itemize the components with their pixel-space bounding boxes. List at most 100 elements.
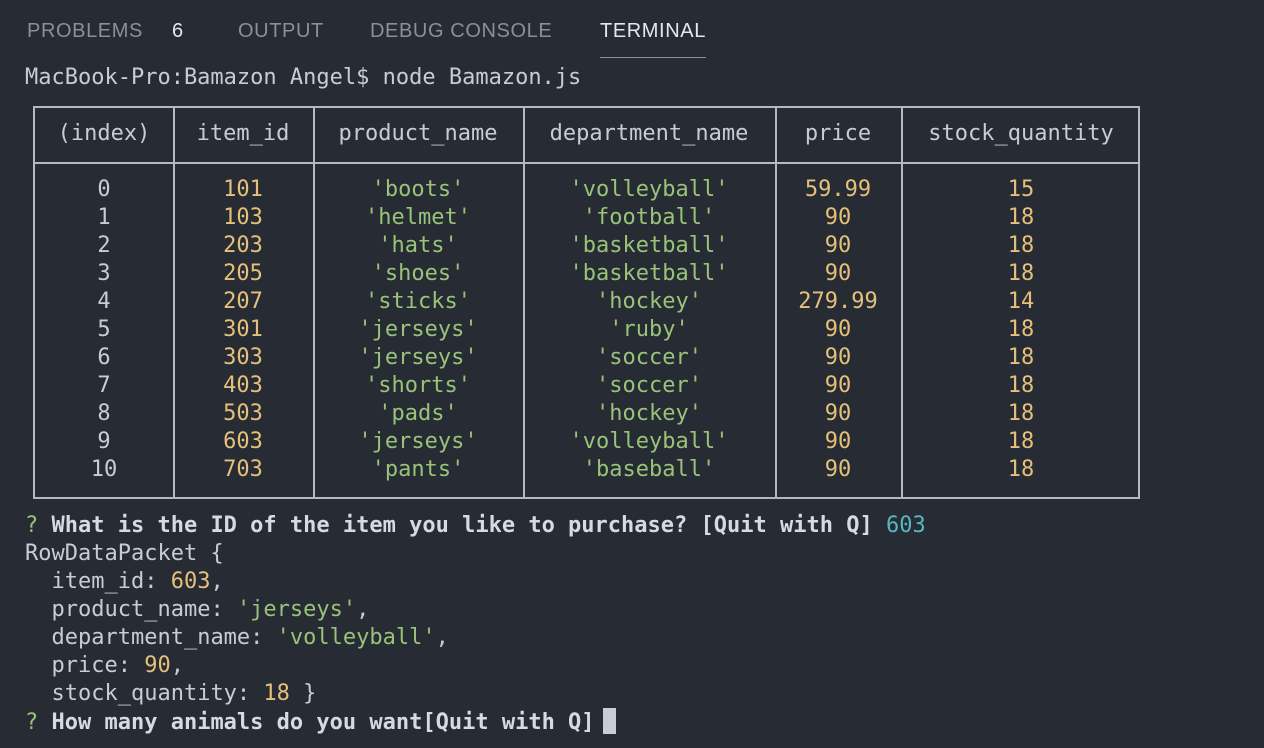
packet-value: 90 <box>144 653 171 678</box>
table-cell: 'soccer' <box>596 345 702 370</box>
table-cell: 503 <box>223 401 263 426</box>
packet-value: 603 <box>170 569 211 594</box>
packet-key: stock_quantity: <box>51 681 264 706</box>
table-cell: 18 <box>1007 261 1035 286</box>
packet-open: RowDataPacket { <box>25 541 224 566</box>
table-cell: 103 <box>223 205 263 230</box>
table-cell: 'basketball' <box>569 233 729 258</box>
prompt-text: What is the ID of the item you like to p… <box>51 513 873 538</box>
table-cell: 18 <box>1007 233 1035 258</box>
table-cell: 18 <box>1007 429 1035 454</box>
packet-value: 'volleyball' <box>276 625 436 650</box>
table-cell: 5 <box>97 317 111 342</box>
table-cell: 6 <box>97 345 111 370</box>
packet-product-name: product_name: 'jerseys', <box>25 596 370 624</box>
table-header-cell: department_name <box>549 121 749 146</box>
table-cell: 9 <box>97 429 111 454</box>
table-cell: 'jerseys' <box>358 345 478 370</box>
table-cell: 18 <box>1007 401 1035 426</box>
packet-item-id: item_id: 603, <box>25 568 224 596</box>
table-cell: 90 <box>824 205 852 230</box>
packet-comma: , <box>170 653 184 678</box>
table-cell: 'boots' <box>371 177 465 202</box>
table-cell: 301 <box>223 317 263 342</box>
packet-department-name: department_name: 'volleyball', <box>25 624 449 652</box>
table-cell: 279.99 <box>798 289 878 314</box>
table-header-cell: item_id <box>196 121 290 146</box>
packet-key: department_name: <box>51 625 277 650</box>
tab-debug-console[interactable]: DEBUG CONSOLE <box>370 17 552 49</box>
packet-key: price: <box>51 653 145 678</box>
table-cell: 18 <box>1007 345 1035 370</box>
table-cell: 'baseball' <box>582 457 716 482</box>
table-cell: 90 <box>824 317 852 342</box>
tab-problems[interactable]: PROBLEMS <box>27 17 143 49</box>
table-cell: 18 <box>1007 373 1035 398</box>
table-cell: 'pants' <box>371 457 465 482</box>
shell-command-line: MacBook-Pro:Bamazon Angel$ node Bamazon.… <box>25 65 582 90</box>
packet-key: item_id: <box>51 569 171 594</box>
table-cell: 90 <box>824 401 852 426</box>
table-cell: 'helmet' <box>365 205 471 230</box>
packet-price: price: 90, <box>25 652 184 680</box>
table-header-cell: product_name <box>338 121 498 146</box>
table-cell: 1 <box>97 205 111 230</box>
table-cell: 303 <box>223 345 263 370</box>
table-header-cell: (index) <box>57 121 151 146</box>
prompt-question-mark: ? <box>25 513 39 538</box>
table-cell: 90 <box>824 261 852 286</box>
packet-close: } <box>289 681 317 706</box>
packet-comma: , <box>435 625 449 650</box>
table-cell: 59.99 <box>804 177 872 202</box>
terminal-cursor[interactable] <box>602 708 616 734</box>
tab-terminal-label: TERMINAL <box>600 20 706 42</box>
table-cell: 'shoes' <box>371 261 465 286</box>
purchase-id-prompt: ? What is the ID of the item you like to… <box>25 512 926 540</box>
table-cell: 403 <box>223 373 263 398</box>
table-cell: 'volleyball' <box>569 177 729 202</box>
quantity-prompt: ? How many animals do you want[Quit with… <box>25 708 616 737</box>
console-table: (index) item_id product_name department_nam… <box>33 106 1140 499</box>
table-cell: 3 <box>97 261 111 286</box>
table-cell: 'hats' <box>378 233 458 258</box>
table-cell: 'football' <box>582 205 716 230</box>
table-cell: 8 <box>97 401 111 426</box>
table-cell: 15 <box>1007 177 1035 202</box>
table-cell: 'shorts' <box>365 373 471 398</box>
packet-comma: , <box>210 569 224 594</box>
table-cell: 90 <box>824 373 852 398</box>
tab-output[interactable]: OUTPUT <box>238 17 324 49</box>
panel-tab-bar: PROBLEMS 6 OUTPUT DEBUG CONSOLE TERMINAL <box>0 0 1264 60</box>
tab-terminal[interactable]: TERMINAL <box>600 17 706 58</box>
packet-value: 18 <box>263 681 290 706</box>
table-cell: 0 <box>97 177 111 202</box>
prompt-answer: 603 <box>885 513 926 538</box>
table-cell: 18 <box>1007 457 1035 482</box>
table-cell: 4 <box>97 289 111 314</box>
table-cell: 7 <box>97 373 111 398</box>
table-cell: 'volleyball' <box>569 429 729 454</box>
table-header-cell: price <box>804 121 872 146</box>
table-cell: 90 <box>824 429 852 454</box>
table-header-cell: stock_quantity <box>928 121 1114 146</box>
prompt-question-mark: ? <box>25 710 39 735</box>
table-cell: 10 <box>90 457 118 482</box>
problems-count-badge: 6 <box>172 20 184 42</box>
table-cell: 18 <box>1007 317 1035 342</box>
table-cell: 'pads' <box>378 401 458 426</box>
prompt-text: How many animals do you want[Quit with Q… <box>51 710 595 735</box>
table-cell: 703 <box>223 457 263 482</box>
table-cell: 'hockey' <box>596 289 702 314</box>
table-cell: 90 <box>824 345 852 370</box>
packet-value: 'jerseys' <box>236 597 357 622</box>
table-cell: 203 <box>223 233 263 258</box>
table-cell: 14 <box>1007 289 1035 314</box>
table-cell: 207 <box>223 289 263 314</box>
table-cell: 101 <box>223 177 263 202</box>
table-cell: 'sticks' <box>365 289 471 314</box>
table-cell: 'ruby' <box>609 317 689 342</box>
active-tab-indicator <box>600 57 706 58</box>
table-cell: 'hockey' <box>596 401 702 426</box>
table-cell: 90 <box>824 233 852 258</box>
table-cell: 90 <box>824 457 852 482</box>
